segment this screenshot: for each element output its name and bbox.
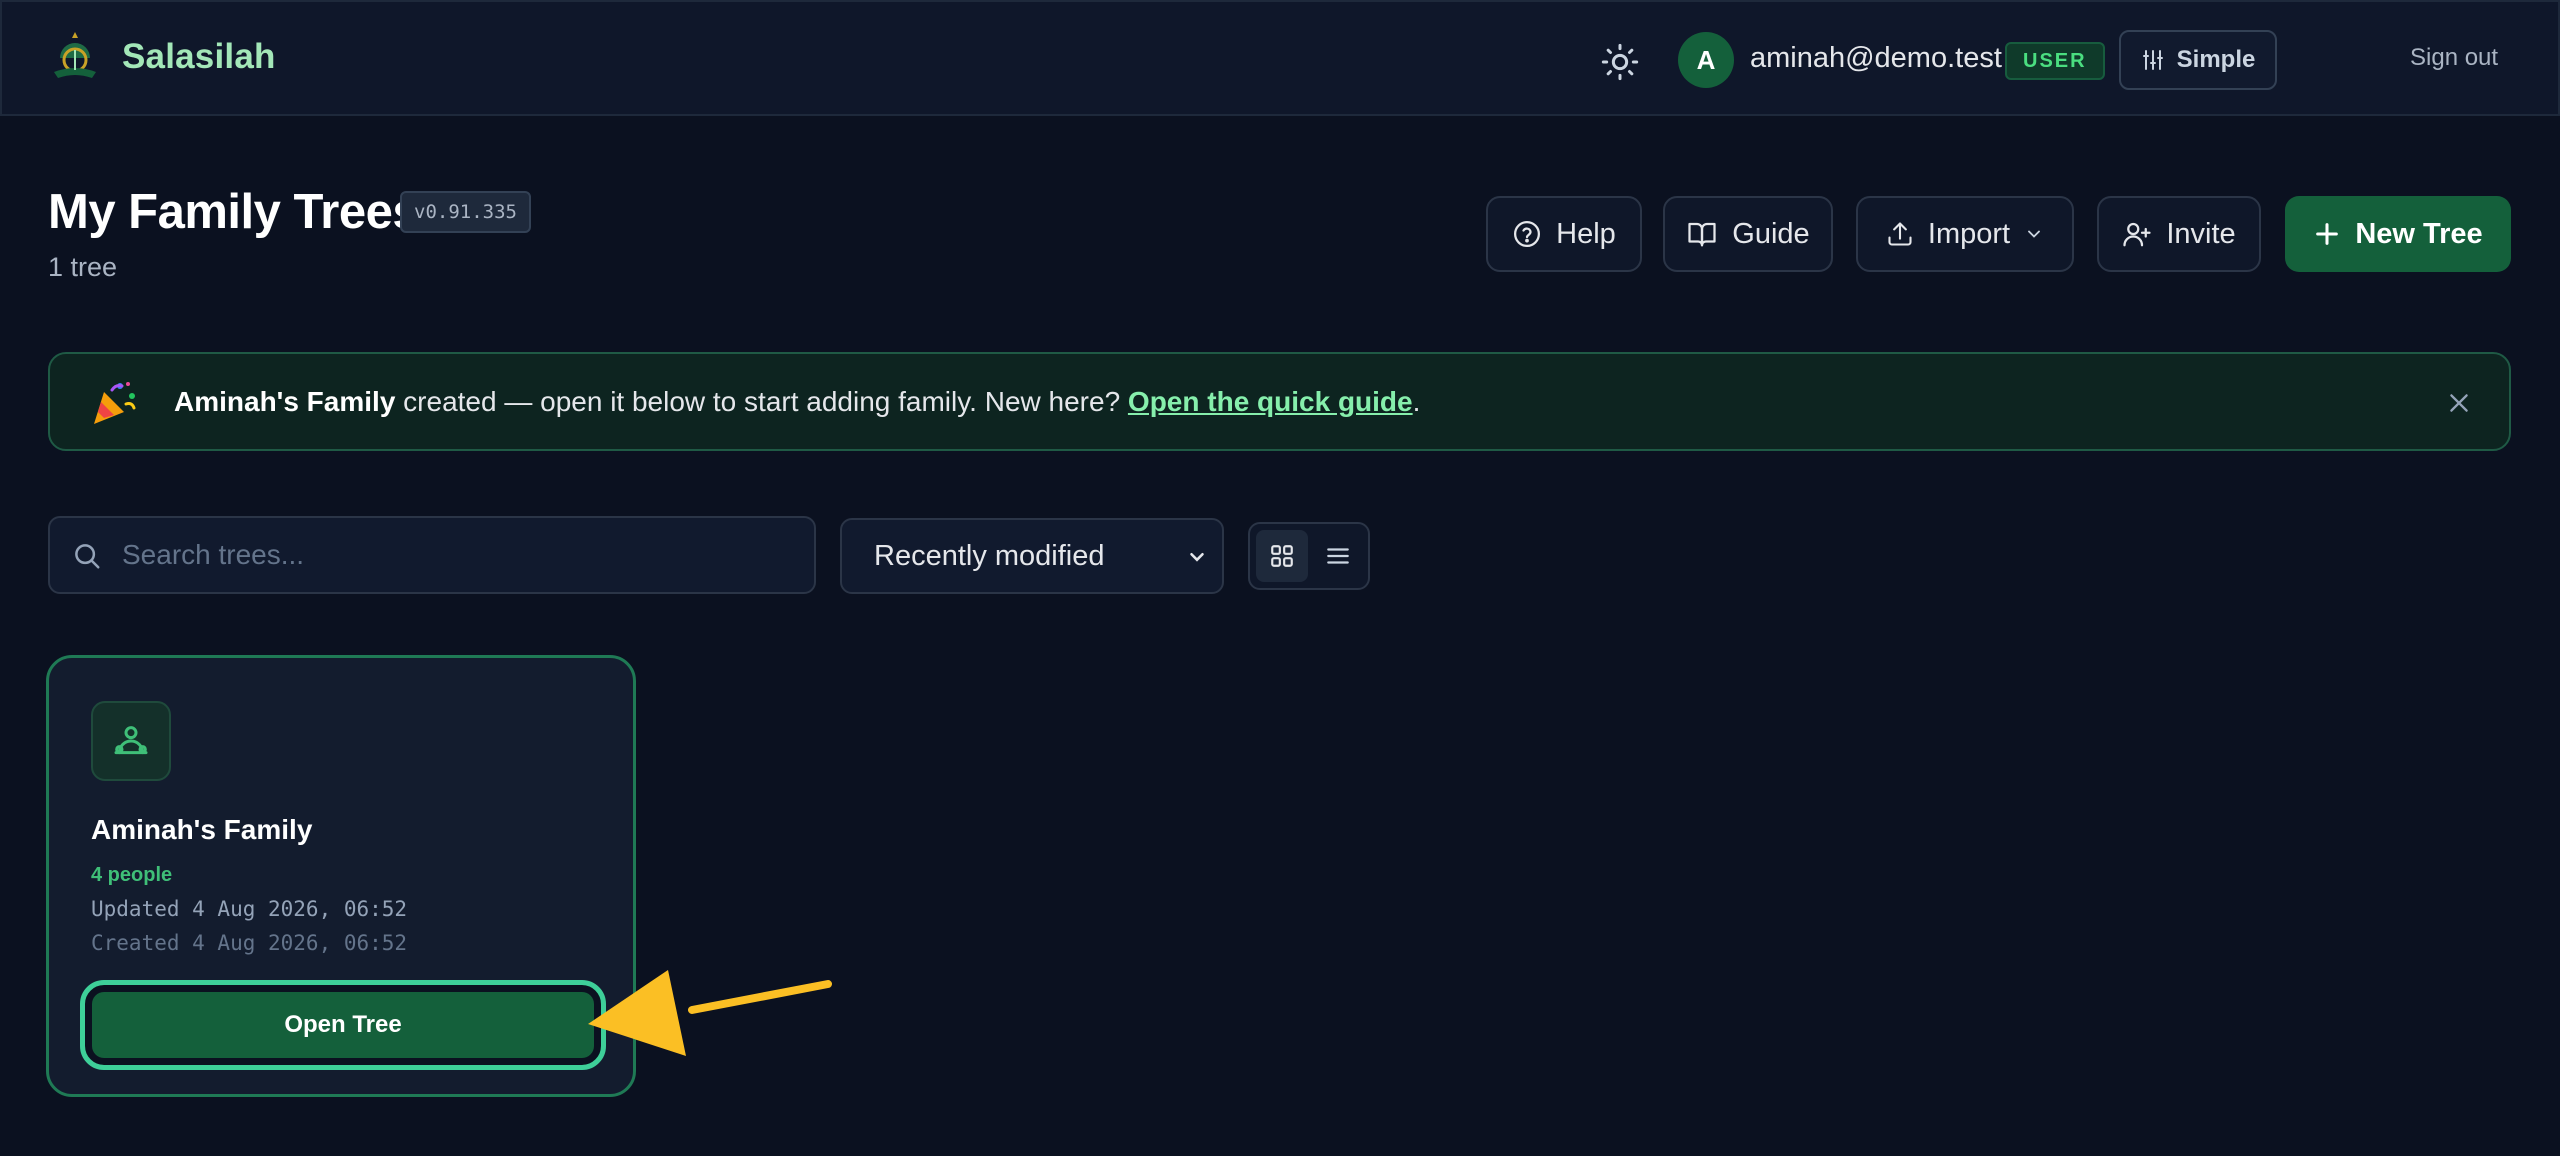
tree-card-title: Aminah's Family	[91, 814, 313, 845]
page-title: My Family Trees	[48, 185, 420, 239]
user-email: aminah@demo.test	[1750, 42, 2002, 74]
banner-close-button[interactable]	[2440, 384, 2478, 422]
upload-icon	[1886, 220, 1914, 248]
import-dropdown-button[interactable]: Import	[1856, 196, 2074, 272]
guide-button[interactable]: Guide	[1663, 196, 1833, 272]
annotation-arrow-icon	[588, 970, 832, 1056]
user-plus-icon	[2122, 219, 2152, 249]
new-tree-label: New Tree	[2355, 217, 2483, 250]
search-box	[48, 516, 816, 594]
mode-toggle-button[interactable]: Simple	[2119, 30, 2277, 90]
role-badge: USER	[2005, 42, 2105, 80]
list-view-button[interactable]	[1312, 530, 1364, 582]
guide-label: Guide	[1732, 217, 1810, 250]
chevron-down-icon	[2024, 224, 2044, 244]
tree-card-updated: Updated 4 Aug 2026, 06:52	[91, 897, 408, 921]
sort-select[interactable]: Recently modified	[840, 518, 1224, 594]
tree-card-created: Created 4 Aug 2026, 06:52	[91, 931, 408, 955]
banner-suffix: .	[1412, 386, 1421, 417]
view-toggle	[1248, 522, 1370, 590]
party-popper-icon	[88, 378, 138, 428]
created-notice-banner: Aminah's Family created — open it below …	[48, 352, 2511, 451]
grid-view-button[interactable]	[1256, 530, 1308, 582]
import-label: Import	[1927, 217, 2011, 250]
help-label: Help	[1556, 217, 1616, 250]
mode-label: Simple	[2176, 46, 2256, 73]
sort-selected-value: Recently modified	[874, 539, 1105, 572]
open-tree-button[interactable]: Open Tree	[80, 980, 606, 1070]
search-icon	[72, 541, 102, 571]
plus-icon	[2313, 220, 2341, 248]
banner-tree-name: Aminah's Family	[174, 386, 396, 417]
sign-out-link[interactable]: Sign out	[2410, 44, 2498, 72]
tree-card-people-count: 4 people	[91, 864, 173, 886]
grid-icon	[1269, 543, 1295, 569]
tree-card[interactable]: Aminah's Family 4 people Updated 4 Aug 2…	[46, 655, 636, 1097]
book-open-icon	[1686, 219, 1718, 249]
chevron-down-icon	[1186, 546, 1208, 568]
invite-label: Invite	[2166, 217, 2236, 250]
brand[interactable]: Salasilah	[46, 28, 276, 86]
version-badge: v0.91.335	[400, 191, 531, 233]
theme-toggle-button[interactable]	[1596, 38, 1644, 86]
new-tree-button[interactable]: New Tree	[2285, 196, 2511, 272]
help-circle-icon	[1512, 219, 1542, 249]
close-icon	[2446, 390, 2472, 416]
family-icon	[91, 701, 171, 781]
sun-icon	[1600, 42, 1640, 82]
avatar[interactable]: A	[1678, 32, 1734, 88]
top-header: Salasilah A aminah@demo.test USER Simple…	[0, 0, 2560, 116]
brand-name: Salasilah	[122, 37, 276, 76]
list-icon	[1324, 543, 1352, 569]
help-button[interactable]: Help	[1486, 196, 1642, 272]
tree-count: 1 tree	[48, 252, 118, 282]
sliders-icon	[2141, 48, 2165, 72]
banner-message-text: created — open it below to start adding …	[395, 386, 1128, 417]
banner-message: Aminah's Family created — open it below …	[174, 386, 1420, 418]
brand-logo-icon	[46, 28, 104, 86]
search-input[interactable]	[122, 518, 802, 592]
quick-guide-link[interactable]: Open the quick guide	[1128, 386, 1413, 417]
invite-button[interactable]: Invite	[2097, 196, 2261, 272]
